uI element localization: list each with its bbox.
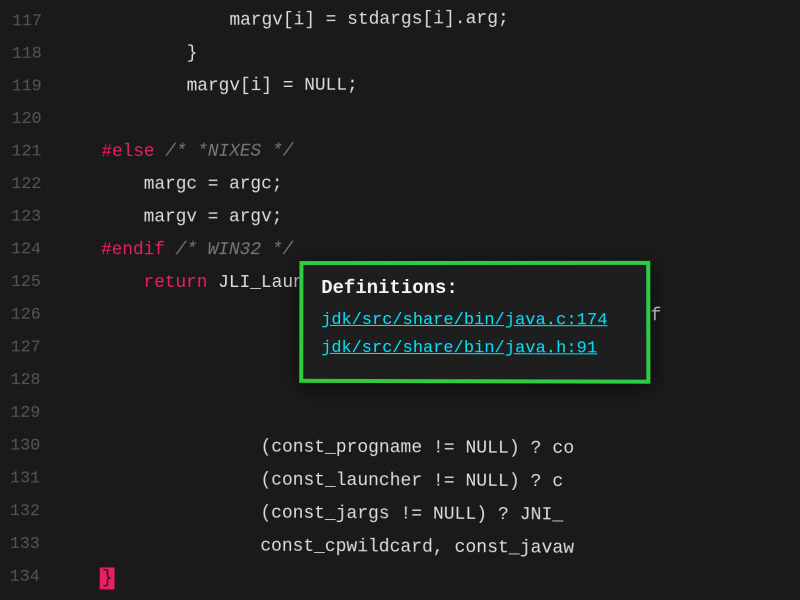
code-content[interactable] [58, 404, 69, 424]
line-number: 132 [4, 502, 58, 521]
line-number: 133 [4, 535, 58, 554]
code-content[interactable] [58, 371, 69, 391]
line-number: 119 [6, 77, 60, 96]
code-line[interactable]: 131 (const_launcher != NULL) ? c [4, 462, 800, 499]
definitions-tooltip: Definitions: jdk/src/share/bin/java.c:17… [299, 261, 650, 384]
code-content[interactable]: } [57, 568, 114, 588]
line-number: 127 [4, 338, 58, 357]
line-number: 130 [4, 437, 58, 456]
line-number: 117 [6, 12, 60, 31]
line-number: 134 [3, 568, 57, 587]
code-line[interactable]: 123 margv = argv; [5, 199, 800, 233]
code-content[interactable]: (const_progname != NULL) ? co [58, 436, 574, 458]
line-number: 131 [4, 469, 58, 488]
code-content[interactable]: } [59, 43, 197, 64]
code-line[interactable]: 118 } [6, 33, 800, 71]
code-line[interactable]: 130 (const_progname != NULL) ? co [4, 430, 800, 467]
line-number: 123 [5, 208, 59, 227]
code-content[interactable]: margv = argv; [59, 207, 283, 227]
code-line[interactable]: 121 #else /* *NIXES */ [5, 133, 800, 169]
line-number: 122 [5, 175, 59, 194]
definition-link[interactable]: jdk/src/share/bin/java.c:174 [321, 307, 628, 335]
code-line[interactable]: 129 [4, 397, 800, 433]
code-content[interactable]: (const_jargs != NULL) ? JNI_ [58, 502, 564, 525]
line-number: 124 [5, 240, 59, 259]
line-number: 120 [5, 110, 59, 129]
code-content[interactable]: #endif /* WIN32 */ [59, 240, 294, 260]
code-content[interactable]: margc = argc; [59, 174, 283, 194]
line-number: 128 [4, 371, 58, 390]
code-line[interactable]: 134 } [3, 561, 800, 600]
code-content[interactable] [59, 109, 70, 129]
tooltip-title: Definitions: [321, 277, 628, 299]
code-line[interactable]: 120 [5, 99, 800, 135]
code-content[interactable]: (const_launcher != NULL) ? c [58, 469, 564, 492]
code-content[interactable]: margv[i] = NULL; [59, 75, 358, 96]
code-content[interactable]: #else /* *NIXES */ [59, 141, 293, 162]
code-line[interactable]: 122 margc = argc; [5, 166, 800, 201]
line-number: 118 [6, 45, 60, 64]
definition-link[interactable]: jdk/src/share/bin/java.h:91 [321, 335, 628, 364]
code-line[interactable]: 117 margv[i] = stdargs[i].arg; [6, 0, 800, 38]
code-line[interactable]: 119 margv[i] = NULL; [5, 66, 800, 103]
code-content[interactable]: const_cpwildcard, const_javaw [58, 535, 575, 559]
line-number: 121 [5, 142, 59, 161]
line-number: 129 [4, 404, 58, 423]
code-line[interactable]: 132 (const_jargs != NULL) ? JNI_ [4, 495, 800, 533]
line-number: 126 [5, 306, 59, 325]
line-number: 125 [5, 273, 59, 292]
code-content[interactable]: margv[i] = stdargs[i].arg; [60, 8, 509, 31]
